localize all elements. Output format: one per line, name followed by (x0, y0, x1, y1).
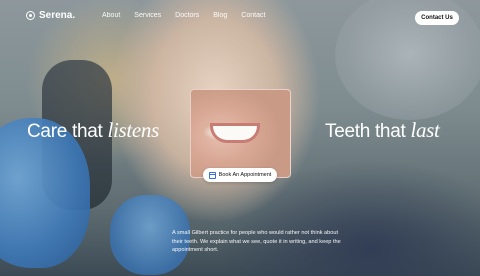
headline-right: Teeth that last (325, 118, 440, 143)
headline-left-plain: Care that (27, 121, 108, 142)
hero-section: Serena. About Services Doctors Blog Cont… (0, 0, 480, 276)
smile-focus-window (190, 89, 291, 178)
nav-links: About Services Doctors Blog Contact (102, 12, 265, 19)
nav-blog[interactable]: Blog (213, 12, 227, 19)
headline-right-plain: Teeth that (325, 121, 411, 142)
headline-left: Care that listens (27, 118, 159, 143)
book-appointment-label: Book An Appointment (218, 172, 272, 178)
brand-logo[interactable]: Serena. (26, 10, 75, 21)
book-appointment-button[interactable]: Book An Appointment (203, 168, 277, 182)
brand-name: Serena. (39, 10, 76, 21)
top-nav: Serena. About Services Doctors Blog Cont… (0, 0, 480, 34)
headline-left-italic: listens (107, 118, 160, 142)
contact-us-button[interactable]: Contact Us (415, 11, 459, 25)
brand-logo-icon (26, 11, 35, 20)
hero-description: A small Gilbert practice for people who … (172, 230, 341, 253)
headline-right-italic: last (410, 118, 440, 142)
nav-about[interactable]: About (102, 12, 120, 19)
nav-doctors[interactable]: Doctors (175, 12, 199, 19)
calendar-icon (208, 171, 216, 179)
nav-services[interactable]: Services (134, 12, 161, 19)
smile-image (213, 126, 257, 140)
nav-contact[interactable]: Contact (241, 12, 265, 19)
